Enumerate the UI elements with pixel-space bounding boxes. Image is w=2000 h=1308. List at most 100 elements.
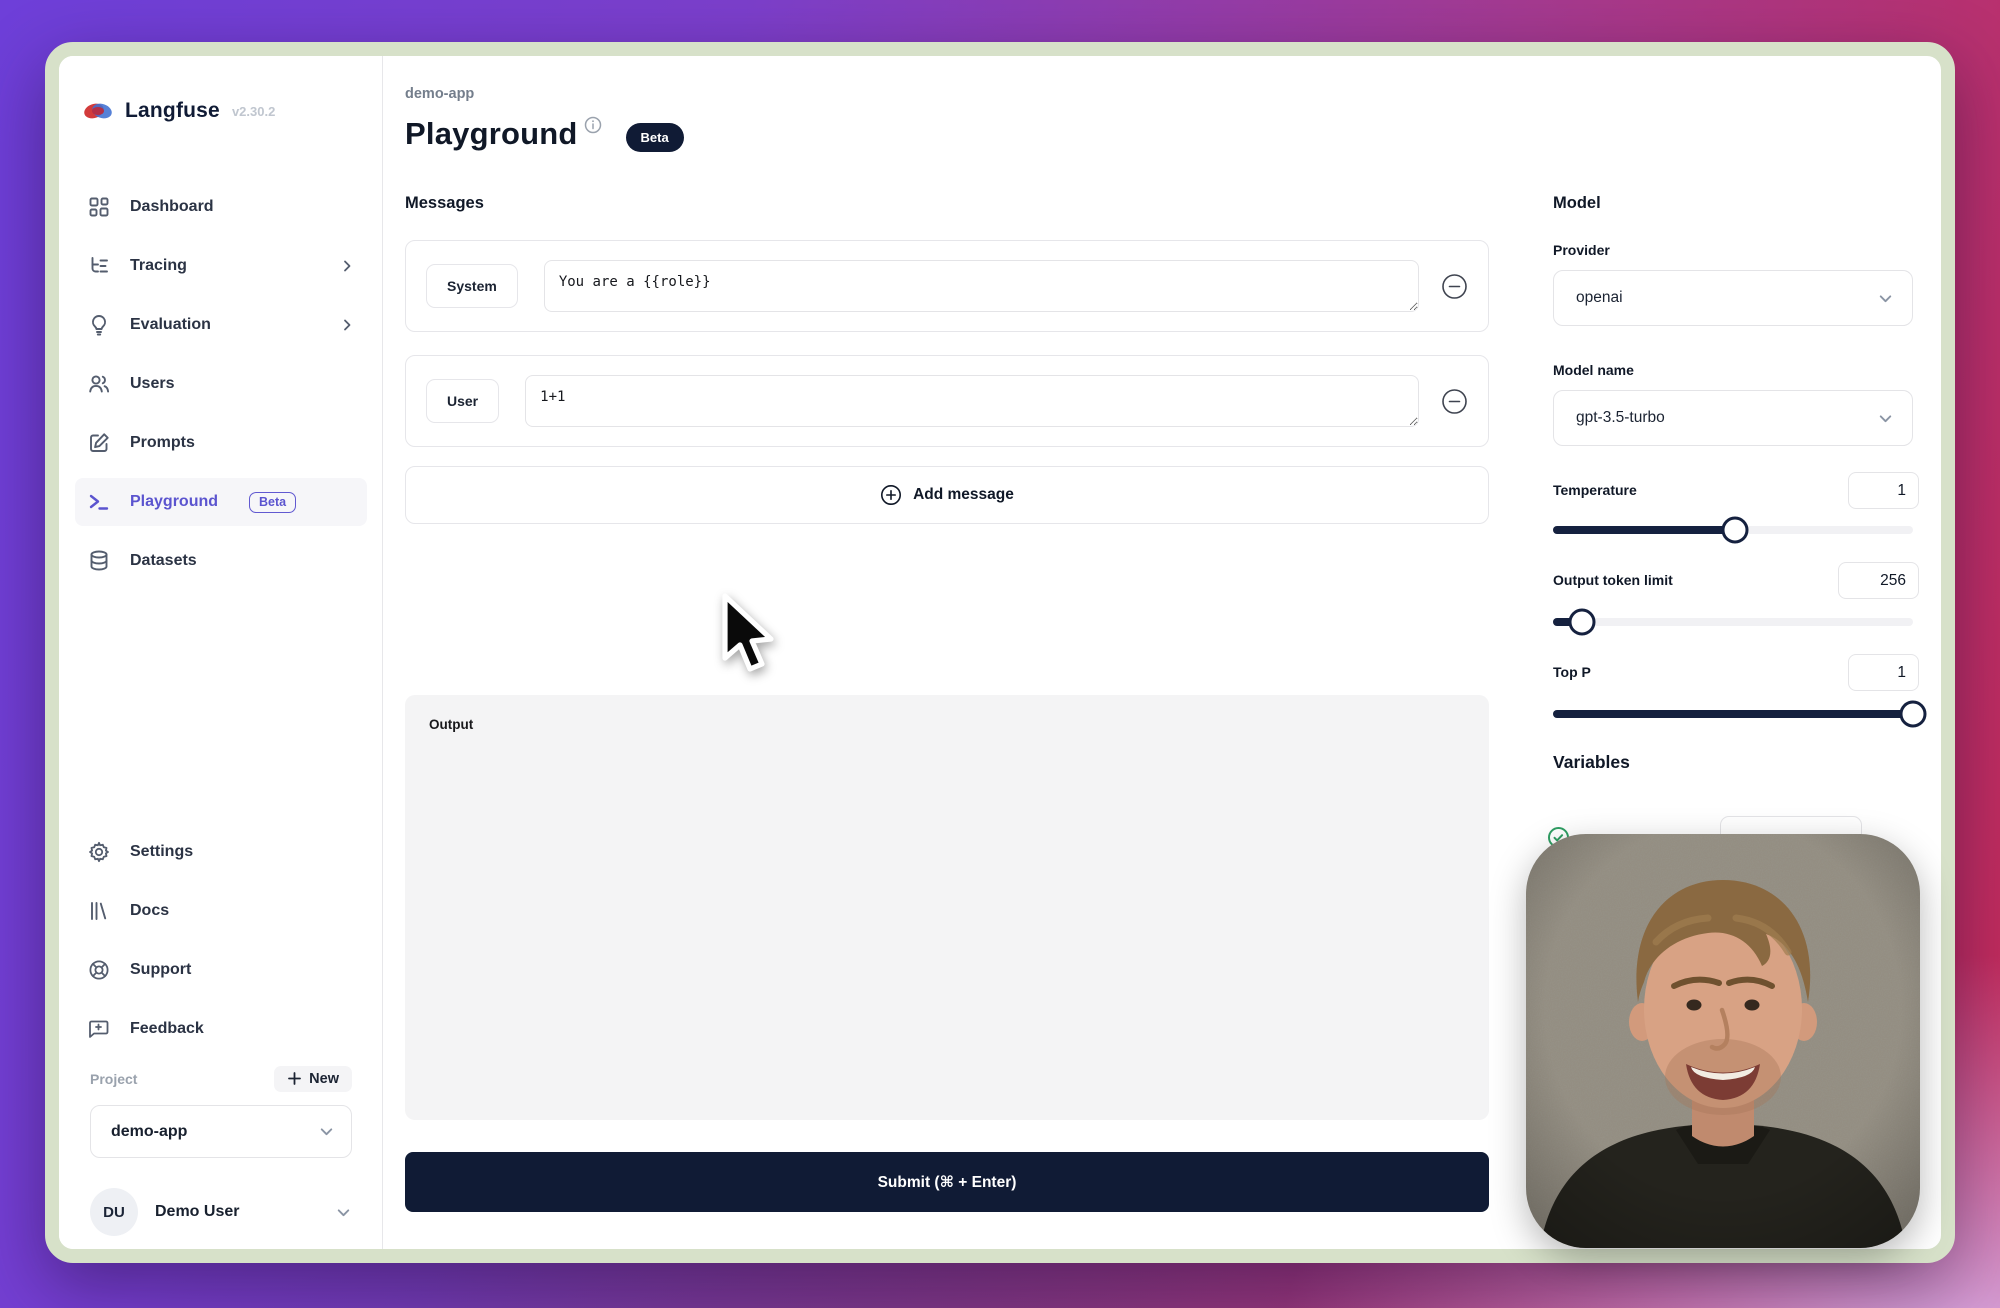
page-title-row: Playground Beta	[405, 116, 684, 152]
top-p-label: Top P	[1553, 664, 1591, 680]
sidebar-nav: Dashboard Tracing Evaluation Users	[75, 183, 367, 585]
sidebar-item-label: Evaluation	[130, 316, 211, 334]
output-token-limit-label: Output token limit	[1553, 572, 1673, 588]
message-content-input[interactable]: 1+1	[525, 375, 1419, 427]
slider-fill	[1553, 526, 1735, 534]
new-project-button[interactable]: New	[274, 1066, 352, 1092]
message-role-button[interactable]: System	[426, 264, 518, 308]
info-icon[interactable]	[584, 116, 602, 134]
sidebar-item-users[interactable]: Users	[75, 360, 367, 408]
sidebar-item-feedback[interactable]: Feedback	[75, 1005, 367, 1053]
top-p-value-input[interactable]: 1	[1848, 654, 1919, 691]
temperature-value-input[interactable]: 1	[1848, 472, 1919, 509]
model-name-label: Model name	[1553, 362, 1634, 378]
sidebar-item-support[interactable]: Support	[75, 946, 367, 994]
lifebuoy-icon	[87, 958, 111, 982]
playground-beta-badge: Beta	[249, 492, 296, 513]
model-name-select[interactable]: gpt-3.5-turbo	[1553, 390, 1913, 446]
add-message-button[interactable]: Add message	[405, 466, 1489, 524]
sidebar-item-label: Docs	[130, 902, 169, 920]
sidebar-item-label: Settings	[130, 843, 193, 861]
desktop-background: Langfuse v2.30.2 Dashboard Tracing Evalu…	[0, 0, 2000, 1308]
webcam-overlay	[1526, 834, 1920, 1248]
slider-rail	[1553, 526, 1913, 534]
sidebar-item-evaluation[interactable]: Evaluation	[75, 301, 367, 349]
message-row: User 1+1	[405, 355, 1489, 447]
sidebar-item-label: Feedback	[130, 1020, 204, 1038]
minus-circle-icon	[1441, 273, 1468, 300]
sidebar-item-label: Users	[130, 375, 174, 393]
user-menu[interactable]: DU Demo User	[90, 1186, 352, 1238]
plus-circle-icon	[880, 484, 902, 506]
provider-label: Provider	[1553, 242, 1610, 258]
plus-icon	[287, 1071, 302, 1086]
top-p-slider[interactable]	[1553, 700, 1913, 727]
output-label: Output	[429, 717, 473, 732]
temperature-label: Temperature	[1553, 482, 1637, 498]
project-select[interactable]: demo-app	[90, 1105, 352, 1158]
slider-thumb[interactable]	[1568, 608, 1595, 635]
sidebar-item-docs[interactable]: Docs	[75, 887, 367, 935]
temperature-slider[interactable]	[1553, 516, 1913, 543]
user-name: Demo User	[155, 1203, 239, 1221]
sidebar-item-label: Tracing	[130, 257, 187, 275]
remove-message-button[interactable]	[1441, 388, 1468, 415]
output-panel: Output	[405, 695, 1489, 1120]
sidebar-item-datasets[interactable]: Datasets	[75, 537, 367, 585]
avatar-initials: DU	[103, 1204, 125, 1221]
message-content-input[interactable]: You are a {{role}}	[544, 260, 1419, 312]
project-row: Project New	[90, 1063, 352, 1094]
avatar: DU	[90, 1188, 138, 1236]
minus-circle-icon	[1441, 388, 1468, 415]
slider-rail	[1553, 710, 1913, 718]
lightbulb-icon	[87, 313, 111, 337]
variables-heading: Variables	[1553, 752, 1630, 773]
gear-icon	[87, 840, 111, 864]
sidebar-item-settings[interactable]: Settings	[75, 828, 367, 876]
mouse-cursor	[713, 592, 793, 682]
message-role-button[interactable]: User	[426, 379, 499, 423]
brand-name: Langfuse	[125, 99, 220, 123]
output-token-limit-value-input[interactable]: 256	[1838, 562, 1919, 599]
message-square-plus-icon	[87, 1017, 111, 1041]
slider-fill	[1553, 710, 1913, 718]
provider-value: openai	[1576, 289, 1623, 307]
terminal-icon	[87, 490, 111, 514]
sidebar-item-tracing[interactable]: Tracing	[75, 242, 367, 290]
output-token-limit-slider[interactable]	[1553, 608, 1913, 635]
chevron-right-icon	[339, 258, 355, 274]
sidebar-item-dashboard[interactable]: Dashboard	[75, 183, 367, 231]
sidebar-item-label: Prompts	[130, 434, 195, 452]
message-row: System You are a {{role}}	[405, 240, 1489, 332]
breadcrumb[interactable]: demo-app	[405, 86, 474, 102]
tracing-icon	[87, 254, 111, 278]
page-title: Playground	[405, 116, 578, 152]
add-message-label: Add message	[913, 486, 1014, 504]
database-icon	[87, 549, 111, 573]
sidebar: Langfuse v2.30.2 Dashboard Tracing Evalu…	[59, 56, 383, 1249]
brand-logo-row[interactable]: Langfuse v2.30.2	[83, 98, 275, 124]
messages-heading: Messages	[405, 194, 484, 213]
users-icon	[87, 372, 111, 396]
chevron-down-icon	[1877, 290, 1894, 307]
pencil-square-icon	[87, 431, 111, 455]
remove-message-button[interactable]	[1441, 273, 1468, 300]
sidebar-item-prompts[interactable]: Prompts	[75, 419, 367, 467]
slider-thumb[interactable]	[1721, 516, 1748, 543]
project-select-value: demo-app	[111, 1123, 187, 1141]
slider-rail	[1553, 618, 1913, 626]
slider-thumb[interactable]	[1900, 700, 1927, 727]
sidebar-item-label: Support	[130, 961, 191, 979]
new-project-label: New	[309, 1071, 339, 1087]
project-label: Project	[90, 1071, 137, 1087]
provider-select[interactable]: openai	[1553, 270, 1913, 326]
sidebar-item-playground[interactable]: Playground Beta	[75, 478, 367, 526]
app-version: v2.30.2	[232, 104, 275, 119]
webcam-person	[1526, 834, 1920, 1248]
submit-button[interactable]: Submit (⌘ + Enter)	[405, 1152, 1489, 1212]
page-beta-badge: Beta	[626, 123, 684, 152]
chevron-right-icon	[339, 317, 355, 333]
sidebar-footer-nav: Settings Docs Support Feedback	[75, 828, 367, 1053]
sidebar-item-label: Datasets	[130, 552, 197, 570]
sidebar-item-label: Playground	[130, 493, 218, 511]
